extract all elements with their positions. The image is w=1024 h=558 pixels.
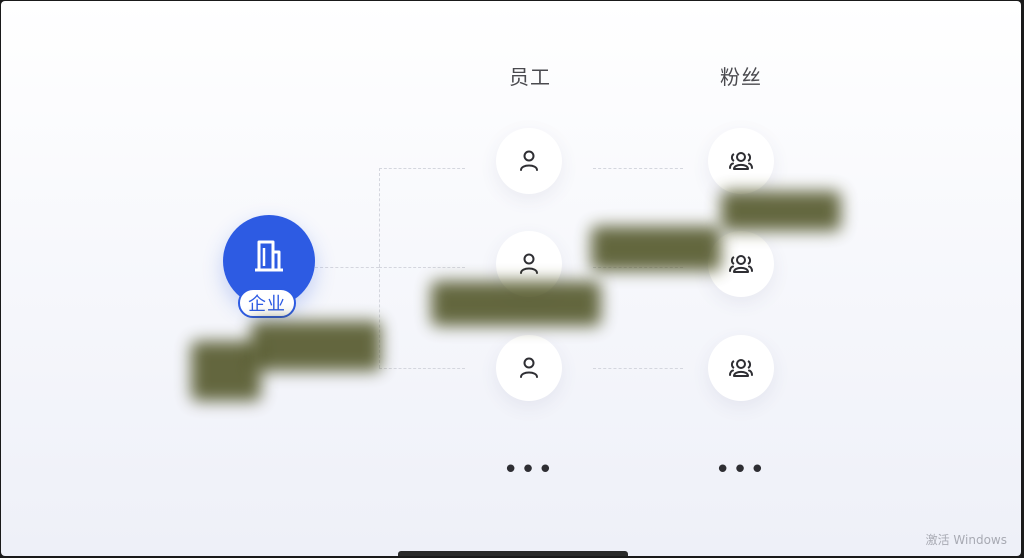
person-icon [520, 357, 538, 378]
connector-line [315, 267, 379, 268]
redaction-mark [721, 191, 841, 231]
person-icon [520, 150, 538, 171]
person-icon [520, 253, 538, 274]
group-icon [729, 255, 753, 273]
connector-line [593, 168, 683, 169]
fans-column-title: 粉丝 [720, 65, 762, 89]
staff-node [496, 128, 562, 194]
enterprise-badge: 企业 [238, 288, 296, 318]
group-icon [729, 152, 753, 170]
group-icon [729, 359, 753, 377]
redaction-mark [251, 321, 381, 371]
building-icon [255, 240, 283, 272]
redaction-mark [431, 281, 601, 326]
redaction-mark [591, 226, 721, 271]
connector-line [379, 267, 465, 268]
connector-line [379, 168, 465, 169]
screen: 员工 粉丝 企业 ••• ••• 激活 Windows [1, 1, 1021, 556]
connector-line [593, 368, 683, 369]
fan-node [708, 128, 774, 194]
fan-node [708, 335, 774, 401]
connector-line [379, 368, 465, 369]
home-indicator [398, 551, 628, 556]
staff-column-title: 员工 [509, 65, 551, 89]
staff-more-indicator: ••• [502, 455, 555, 485]
activation-watermark: 激活 Windows [925, 533, 1007, 547]
fans-more-indicator: ••• [714, 455, 767, 485]
staff-node [496, 335, 562, 401]
